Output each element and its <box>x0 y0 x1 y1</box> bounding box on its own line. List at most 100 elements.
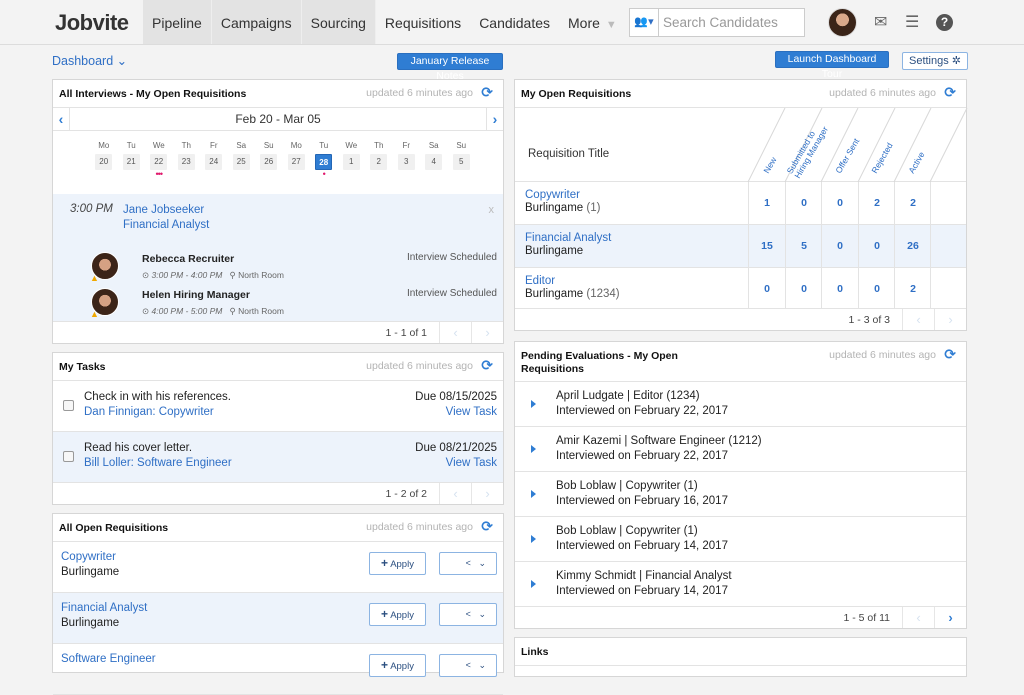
calendar-day[interactable]: We 1 <box>338 141 366 178</box>
calendar-day[interactable]: Mo 27 <box>283 141 311 178</box>
candidate-name-link[interactable]: Jane Jobseeker <box>123 203 209 218</box>
nav-pipeline[interactable]: Pipeline <box>143 0 212 44</box>
prev-page-button[interactable]: ‹ <box>902 607 934 628</box>
day-number[interactable]: 3 <box>397 154 415 170</box>
count-cell[interactable]: 0 <box>821 225 858 267</box>
day-number[interactable]: 26 <box>260 154 278 170</box>
day-number[interactable]: 22 <box>150 154 168 170</box>
apply-button[interactable]: + Apply <box>369 603 426 626</box>
nav-campaigns[interactable]: Campaigns <box>211 0 302 44</box>
day-number[interactable]: 27 <box>287 154 305 170</box>
count-cell[interactable]: 2 <box>894 182 931 224</box>
day-number[interactable]: 4 <box>425 154 443 170</box>
expand-caret-icon[interactable] <box>531 445 536 453</box>
help-icon[interactable]: ? <box>936 14 953 31</box>
task-checkbox[interactable] <box>63 400 74 411</box>
count-cell[interactable]: 0 <box>858 268 895 310</box>
close-icon[interactable]: x <box>489 204 495 216</box>
refresh-icon[interactable]: ⟳ <box>944 346 956 363</box>
count-cell[interactable]: 2 <box>894 268 931 310</box>
day-number[interactable]: 24 <box>205 154 223 170</box>
count-cell[interactable]: 5 <box>785 225 822 267</box>
calendar-day[interactable]: Th 23 <box>173 141 201 178</box>
count-cell[interactable]: 0 <box>821 268 858 310</box>
day-number[interactable]: 28 <box>315 154 333 170</box>
nav-more[interactable]: More ▼ <box>559 0 626 44</box>
evaluation-item[interactable]: April Ludgate | Editor (1234) Interviewed… <box>515 382 966 427</box>
count-cell[interactable]: 0 <box>785 268 822 310</box>
day-number[interactable]: 2 <box>370 154 388 170</box>
count-cell[interactable]: 2 <box>858 182 895 224</box>
task-list-icon[interactable]: ☰ <box>905 12 919 32</box>
dashboard-dropdown[interactable]: Dashboard ⌄ <box>52 53 127 68</box>
nav-sourcing[interactable]: Sourcing <box>301 0 376 44</box>
prev-page-button[interactable]: ‹ <box>439 483 471 504</box>
expand-caret-icon[interactable] <box>531 490 536 498</box>
people-filter-icon[interactable]: 👥▾ <box>630 9 659 36</box>
calendar-day[interactable]: Tu 21 <box>118 141 146 178</box>
settings-button[interactable]: Settings ✲ <box>902 52 968 70</box>
day-number[interactable]: 5 <box>452 154 470 170</box>
day-number[interactable]: 20 <box>95 154 113 170</box>
count-cell[interactable]: 0 <box>858 225 895 267</box>
requisition-title-link[interactable]: Copywriter <box>525 189 580 201</box>
day-number[interactable]: 1 <box>342 154 360 170</box>
day-number[interactable]: 23 <box>177 154 195 170</box>
evaluation-item[interactable]: Kimmy Schmidt | Financial Analyst Intervi… <box>515 562 966 607</box>
task-candidate-link[interactable]: Dan Finnigan: Copywriter <box>84 406 214 418</box>
requisition-title-link[interactable]: Software Engineer <box>61 653 156 665</box>
requisition-title-link[interactable]: Editor <box>525 275 555 287</box>
calendar-day[interactable]: Fr 24 <box>200 141 228 178</box>
count-cell[interactable]: 0 <box>785 182 822 224</box>
apply-button[interactable]: + Apply <box>369 552 426 575</box>
calendar-day[interactable]: We 22 ••• <box>145 141 173 179</box>
refresh-icon[interactable]: ⟳ <box>481 84 493 101</box>
task-candidate-link[interactable]: Bill Loller: Software Engineer <box>84 457 232 469</box>
next-page-button[interactable]: › <box>471 322 503 343</box>
position-link[interactable]: Financial Analyst <box>123 218 209 233</box>
evaluation-item[interactable]: Bob Loblaw | Copywriter (1) Interviewed o… <box>515 472 966 517</box>
evaluation-item[interactable]: Bob Loblaw | Copywriter (1) Interviewed o… <box>515 517 966 562</box>
calendar-day[interactable]: Tu 28 • <box>310 141 338 179</box>
nav-requisitions[interactable]: Requisitions <box>376 0 470 44</box>
calendar-day[interactable]: Sa 25 <box>228 141 256 178</box>
search-input[interactable] <box>659 9 799 36</box>
evaluation-item[interactable]: Amir Kazemi | Software Engineer (1212) In… <box>515 427 966 472</box>
expand-caret-icon[interactable] <box>531 400 536 408</box>
count-cell[interactable]: 15 <box>748 225 785 267</box>
launch-tour-button[interactable]: Launch Dashboard Tour <box>775 51 889 80</box>
requisition-title-link[interactable]: Financial Analyst <box>61 602 147 614</box>
jobvite-logo[interactable]: Jobvite <box>55 10 129 36</box>
day-number[interactable]: 25 <box>232 154 250 170</box>
view-task-link[interactable]: View Task <box>446 406 497 418</box>
requisition-title-link[interactable]: Copywriter <box>61 551 116 563</box>
next-page-button[interactable]: › <box>471 483 503 504</box>
calendar-day[interactable]: Sa 4 <box>420 141 448 178</box>
user-avatar[interactable] <box>828 8 857 37</box>
day-number[interactable]: 21 <box>122 154 140 170</box>
calendar-day[interactable]: Th 2 <box>365 141 393 178</box>
next-page-button[interactable]: › <box>934 309 966 330</box>
count-cell[interactable]: 1 <box>748 182 785 224</box>
count-cell[interactable]: 0 <box>821 182 858 224</box>
calendar-day[interactable]: Mo 20 <box>90 141 118 178</box>
count-cell[interactable]: 26 <box>894 225 931 267</box>
expand-caret-icon[interactable] <box>531 535 536 543</box>
calendar-day[interactable]: Fr 3 <box>393 141 421 178</box>
prev-page-button[interactable]: ‹ <box>439 322 471 343</box>
view-task-link[interactable]: View Task <box>446 457 497 469</box>
nav-candidates[interactable]: Candidates <box>470 0 559 44</box>
prev-page-button[interactable]: ‹ <box>902 309 934 330</box>
share-dropdown-button[interactable]: < ⌄ <box>439 603 497 626</box>
refresh-icon[interactable]: ⟳ <box>481 357 493 374</box>
expand-caret-icon[interactable] <box>531 580 536 588</box>
calendar-day[interactable]: Su 26 <box>255 141 283 178</box>
calendar-day[interactable]: Su 5 <box>448 141 476 178</box>
refresh-icon[interactable]: ⟳ <box>481 518 493 535</box>
task-checkbox[interactable] <box>63 451 74 462</box>
next-page-button[interactable]: › <box>934 607 966 628</box>
next-week-button[interactable]: › <box>486 108 503 130</box>
mail-icon[interactable]: ✉ <box>874 12 887 32</box>
release-notes-button[interactable]: January Release Notes <box>397 53 503 82</box>
count-cell[interactable]: 0 <box>748 268 785 310</box>
